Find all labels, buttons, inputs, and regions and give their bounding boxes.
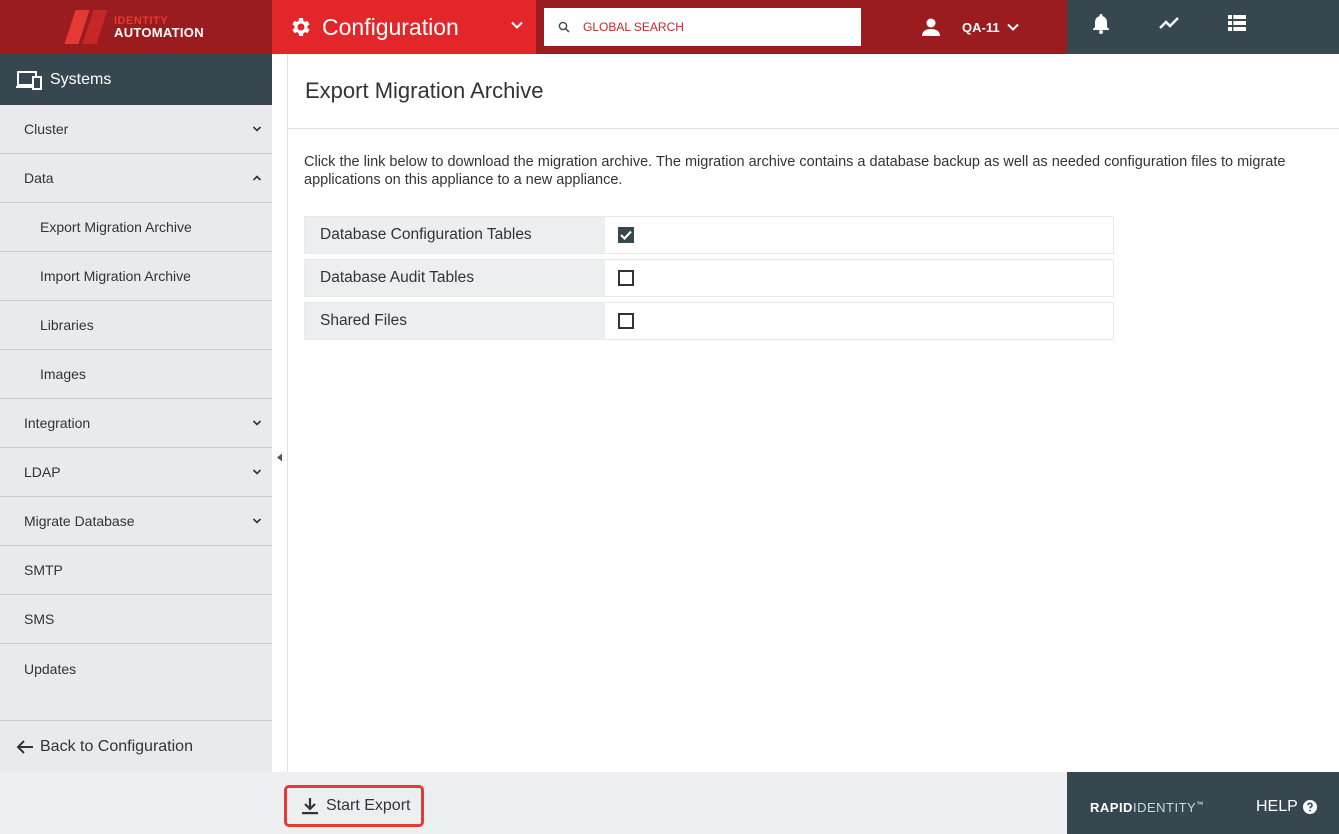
back-label: Back to Configuration <box>40 737 193 755</box>
sidebar-item-smtp[interactable]: SMTP <box>0 546 272 595</box>
help-link[interactable]: HELP <box>1256 798 1317 816</box>
sidebar-item-label: SMS <box>24 611 55 627</box>
title-divider <box>288 128 1339 129</box>
download-icon <box>302 798 318 815</box>
chevron-down-icon <box>252 126 262 132</box>
module-switcher[interactable]: Configuration <box>272 0 536 54</box>
sidebar-item-images[interactable]: Images <box>0 350 272 399</box>
start-export-button[interactable]: Start Export <box>284 785 424 827</box>
sidebar-item-sms[interactable]: SMS <box>0 595 272 644</box>
chevron-down-icon <box>252 518 262 524</box>
sidebar-item-migrate-database[interactable]: Migrate Database <box>0 497 272 546</box>
sidebar-item-ldap[interactable]: LDAP <box>0 448 272 497</box>
sidebar-item-label: Migrate Database <box>24 513 135 529</box>
logo-mark-icon <box>64 10 110 44</box>
collapse-sidebar-icon[interactable] <box>276 453 283 462</box>
user-icon <box>922 18 940 36</box>
sidebar-item-import-migration-archive[interactable]: Import Migration Archive <box>0 252 272 301</box>
question-circle-icon <box>1302 800 1317 814</box>
option-row: Database Configuration Tables <box>304 216 1114 254</box>
start-export-label: Start Export <box>326 797 411 814</box>
activity-trend-icon[interactable] <box>1158 12 1180 34</box>
chevron-down-icon <box>1006 23 1019 31</box>
back-to-configuration-link[interactable]: Back to Configuration <box>0 720 272 772</box>
checkmark-icon <box>620 230 632 240</box>
option-label: Shared Files <box>305 303 605 339</box>
sidebar-heading: Systems <box>0 54 272 105</box>
footer-bar: Start Export RAPIDIDENTITY™ HELP <box>0 772 1339 834</box>
shared-files-checkbox[interactable] <box>618 313 634 329</box>
sidebar-item-updates[interactable]: Updates <box>0 644 272 693</box>
page-title: Export Migration Archive <box>305 78 544 103</box>
help-label: HELP <box>1256 798 1298 815</box>
username: QA-11 <box>962 19 1000 35</box>
sidebar-item-label: Updates <box>24 660 77 677</box>
sidebar-item-cluster[interactable]: Cluster <box>0 105 272 154</box>
sidebar-item-label: SMTP <box>24 562 63 578</box>
search-icon <box>558 21 570 33</box>
top-bar: IDENTITY AUTOMATION Configuration QA-11 <box>0 0 1339 54</box>
sidebar-item-label: Data <box>24 170 54 186</box>
page-description: Click the link below to download the mig… <box>304 154 1286 188</box>
option-row: Database Audit Tables <box>304 259 1114 297</box>
option-row: Shared Files <box>304 302 1114 340</box>
sidebar-item-export-migration-archive[interactable]: Export Migration Archive <box>0 203 272 252</box>
chevron-up-icon <box>252 175 262 181</box>
database-configuration-tables-checkbox[interactable] <box>618 227 634 243</box>
devices-icon <box>16 70 42 90</box>
toolbar <box>1067 0 1339 54</box>
sidebar-item-label: Integration <box>24 415 91 431</box>
option-label: Database Configuration Tables <box>305 217 605 253</box>
sidebar-item-label: LDAP <box>24 464 61 480</box>
sidebar-item-label: Images <box>40 366 86 382</box>
sidebar-item-label: Cluster <box>24 121 69 137</box>
chevron-down-icon <box>252 469 262 475</box>
user-menu[interactable]: QA-11 <box>920 0 1020 54</box>
module-title: Configuration <box>322 13 459 40</box>
search-input[interactable] <box>583 20 843 34</box>
sidebar-item-label: Libraries <box>40 317 94 333</box>
option-label: Database Audit Tables <box>305 260 605 296</box>
database-audit-tables-checkbox[interactable] <box>618 270 634 286</box>
bell-icon[interactable] <box>1090 12 1112 34</box>
brand-area: RAPIDIDENTITY™ HELP <box>1067 772 1339 834</box>
chevron-down-icon <box>511 21 523 29</box>
sidebar-item-data[interactable]: Data <box>0 154 272 203</box>
gear-icon <box>292 18 310 36</box>
rapididentity-logo: RAPIDIDENTITY™ <box>1090 800 1204 815</box>
sidebar-item-integration[interactable]: Integration <box>0 399 272 448</box>
logo-line2: AUTOMATION <box>114 25 204 40</box>
global-search[interactable] <box>544 8 861 46</box>
sidebar-item-label: Export Migration Archive <box>40 219 192 235</box>
sidebar: Systems Cluster Data Export Migration Ar… <box>0 54 272 772</box>
list-view-icon[interactable] <box>1226 12 1248 34</box>
sidebar-item-label: Import Migration Archive <box>40 268 191 284</box>
arrow-left-icon <box>16 739 33 754</box>
sidebar-heading-label: Systems <box>50 70 112 88</box>
chevron-down-icon <box>252 420 262 426</box>
sidebar-item-libraries[interactable]: Libraries <box>0 301 272 350</box>
export-options: Database Configuration Tables Database A… <box>304 216 1114 345</box>
main-content: Export Migration Archive Click the link … <box>288 54 1339 772</box>
identity-automation-logo[interactable]: IDENTITY AUTOMATION <box>0 0 272 54</box>
